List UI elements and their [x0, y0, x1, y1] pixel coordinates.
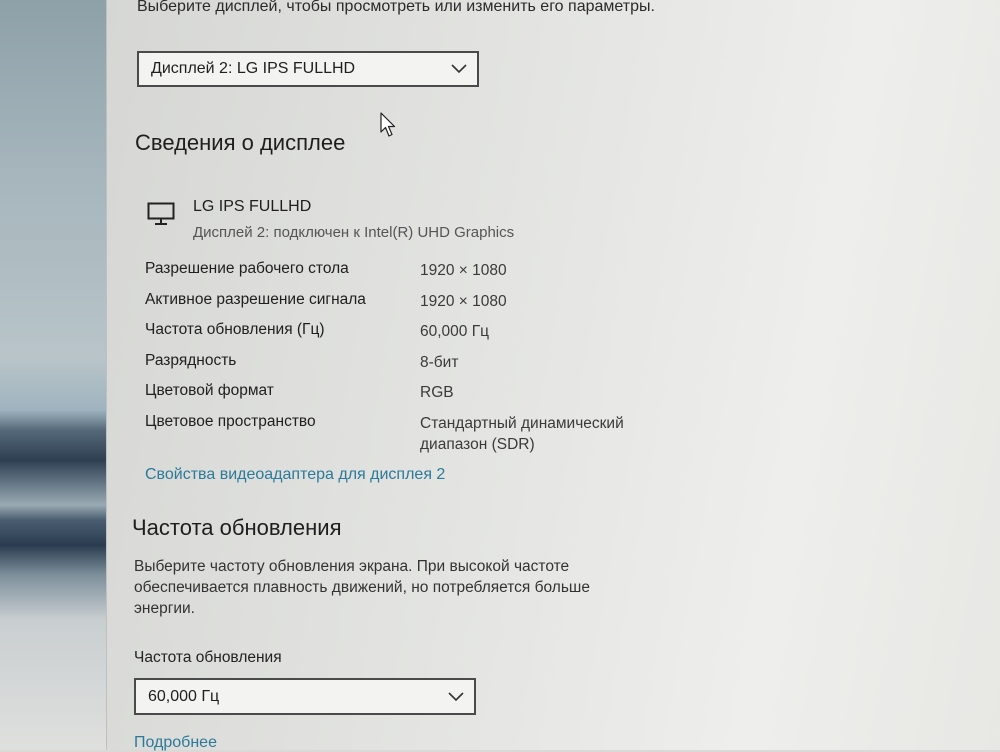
info-value: 1920 × 1080	[420, 262, 507, 279]
info-value: 1920 × 1080	[420, 293, 507, 310]
info-label: Частота обновления (Гц)	[145, 321, 325, 338]
display-select-value: Дисплей 2: LG IPS FULLHD	[151, 60, 356, 77]
monitor-connection: Дисплей 2: подключен к Intel(R) UHD Grap…	[193, 224, 515, 241]
info-value: RGB	[420, 384, 454, 401]
monitor-name: LG IPS FULLHD	[193, 198, 312, 215]
display-select-hint: Выберите дисплей, чтобы просмотреть или …	[137, 0, 655, 15]
mouse-pointer-icon	[380, 112, 396, 143]
info-label: Разрядность	[145, 352, 237, 369]
refresh-rate-dropdown[interactable]: 60,000 Гц	[134, 678, 476, 715]
monitor-icon	[147, 202, 175, 231]
info-label: Цветовой формат	[145, 382, 274, 399]
refresh-rate-label: Частота обновления	[134, 649, 282, 666]
adapter-properties-link[interactable]: Свойства видеоадаптера для дисплея 2	[145, 466, 445, 484]
refresh-rate-heading: Частота обновления	[132, 515, 342, 540]
display-info-heading: Сведения о дисплее	[135, 130, 346, 155]
info-label: Цветовое пространство	[145, 413, 316, 430]
info-value: Стандартный динамический диапазон (SDR)	[420, 415, 624, 453]
learn-more-link[interactable]: Подробнее	[134, 734, 217, 752]
display-select-dropdown[interactable]: Дисплей 2: LG IPS FULLHD	[137, 51, 479, 87]
info-label: Разрешение рабочего стола	[145, 260, 349, 277]
desktop-wallpaper	[0, 0, 106, 750]
info-label: Активное разрешение сигнала	[145, 291, 366, 308]
info-value: 60,000 Гц	[420, 323, 489, 340]
refresh-rate-description: Выберите частоту обновления экрана. При …	[134, 558, 590, 617]
refresh-rate-value: 60,000 Гц	[148, 687, 220, 705]
settings-window: Выберите дисплей, чтобы просмотреть или …	[106, 0, 1000, 752]
chevron-down-icon	[438, 680, 474, 713]
chevron-down-icon	[441, 53, 477, 85]
info-value: 8-бит	[420, 354, 459, 371]
